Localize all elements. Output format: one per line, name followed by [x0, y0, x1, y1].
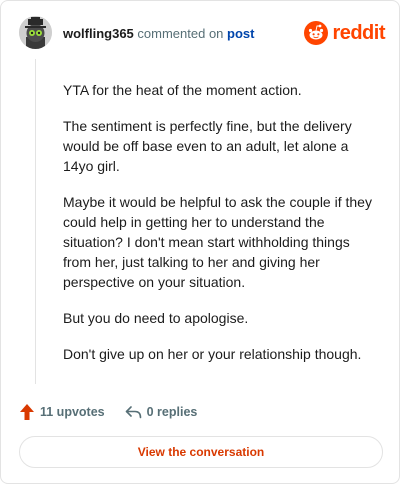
reply-count: 0 replies [146, 405, 198, 419]
avatar-icon [19, 16, 52, 49]
comment-body: YTA for the heat of the moment action. T… [63, 80, 381, 380]
reply-arrow-icon [125, 406, 141, 419]
action-text: commented on [137, 26, 224, 41]
comment-header: wolfling365 commented on post reddit [19, 16, 385, 52]
comment-actions: 11 upvotes 0 replies [19, 402, 197, 422]
reddit-logo-icon [304, 21, 329, 45]
post-link[interactable]: post [227, 26, 254, 41]
comment-byline: wolfling365 commented on post [63, 26, 255, 42]
comment-paragraph: YTA for the heat of the moment action. [63, 82, 302, 98]
brand-name: reddit [332, 21, 385, 44]
comment-embed-card: wolfling365 commented on post reddit YTA… [0, 0, 400, 484]
thread-line [35, 59, 36, 384]
view-conversation-button[interactable]: View the conversation [19, 436, 383, 468]
comment-paragraph: But you do need to apologise. [63, 310, 249, 326]
user-avatar[interactable] [19, 16, 52, 49]
upvote-count: 11 upvotes [40, 405, 105, 419]
comment-paragraph: Maybe it would be helpful to ask the cou… [63, 194, 372, 290]
upvote-arrow-icon [20, 404, 34, 420]
comment-paragraph: Don't give up on her or your relationshi… [63, 346, 362, 362]
username-link[interactable]: wolfling365 [63, 26, 134, 41]
reddit-brand[interactable]: reddit [304, 20, 385, 46]
comment-paragraph: The sentiment is perfectly fine, but the… [63, 118, 352, 174]
upvote-button[interactable]: 11 upvotes [19, 403, 105, 421]
reply-button[interactable]: 0 replies [125, 405, 198, 419]
